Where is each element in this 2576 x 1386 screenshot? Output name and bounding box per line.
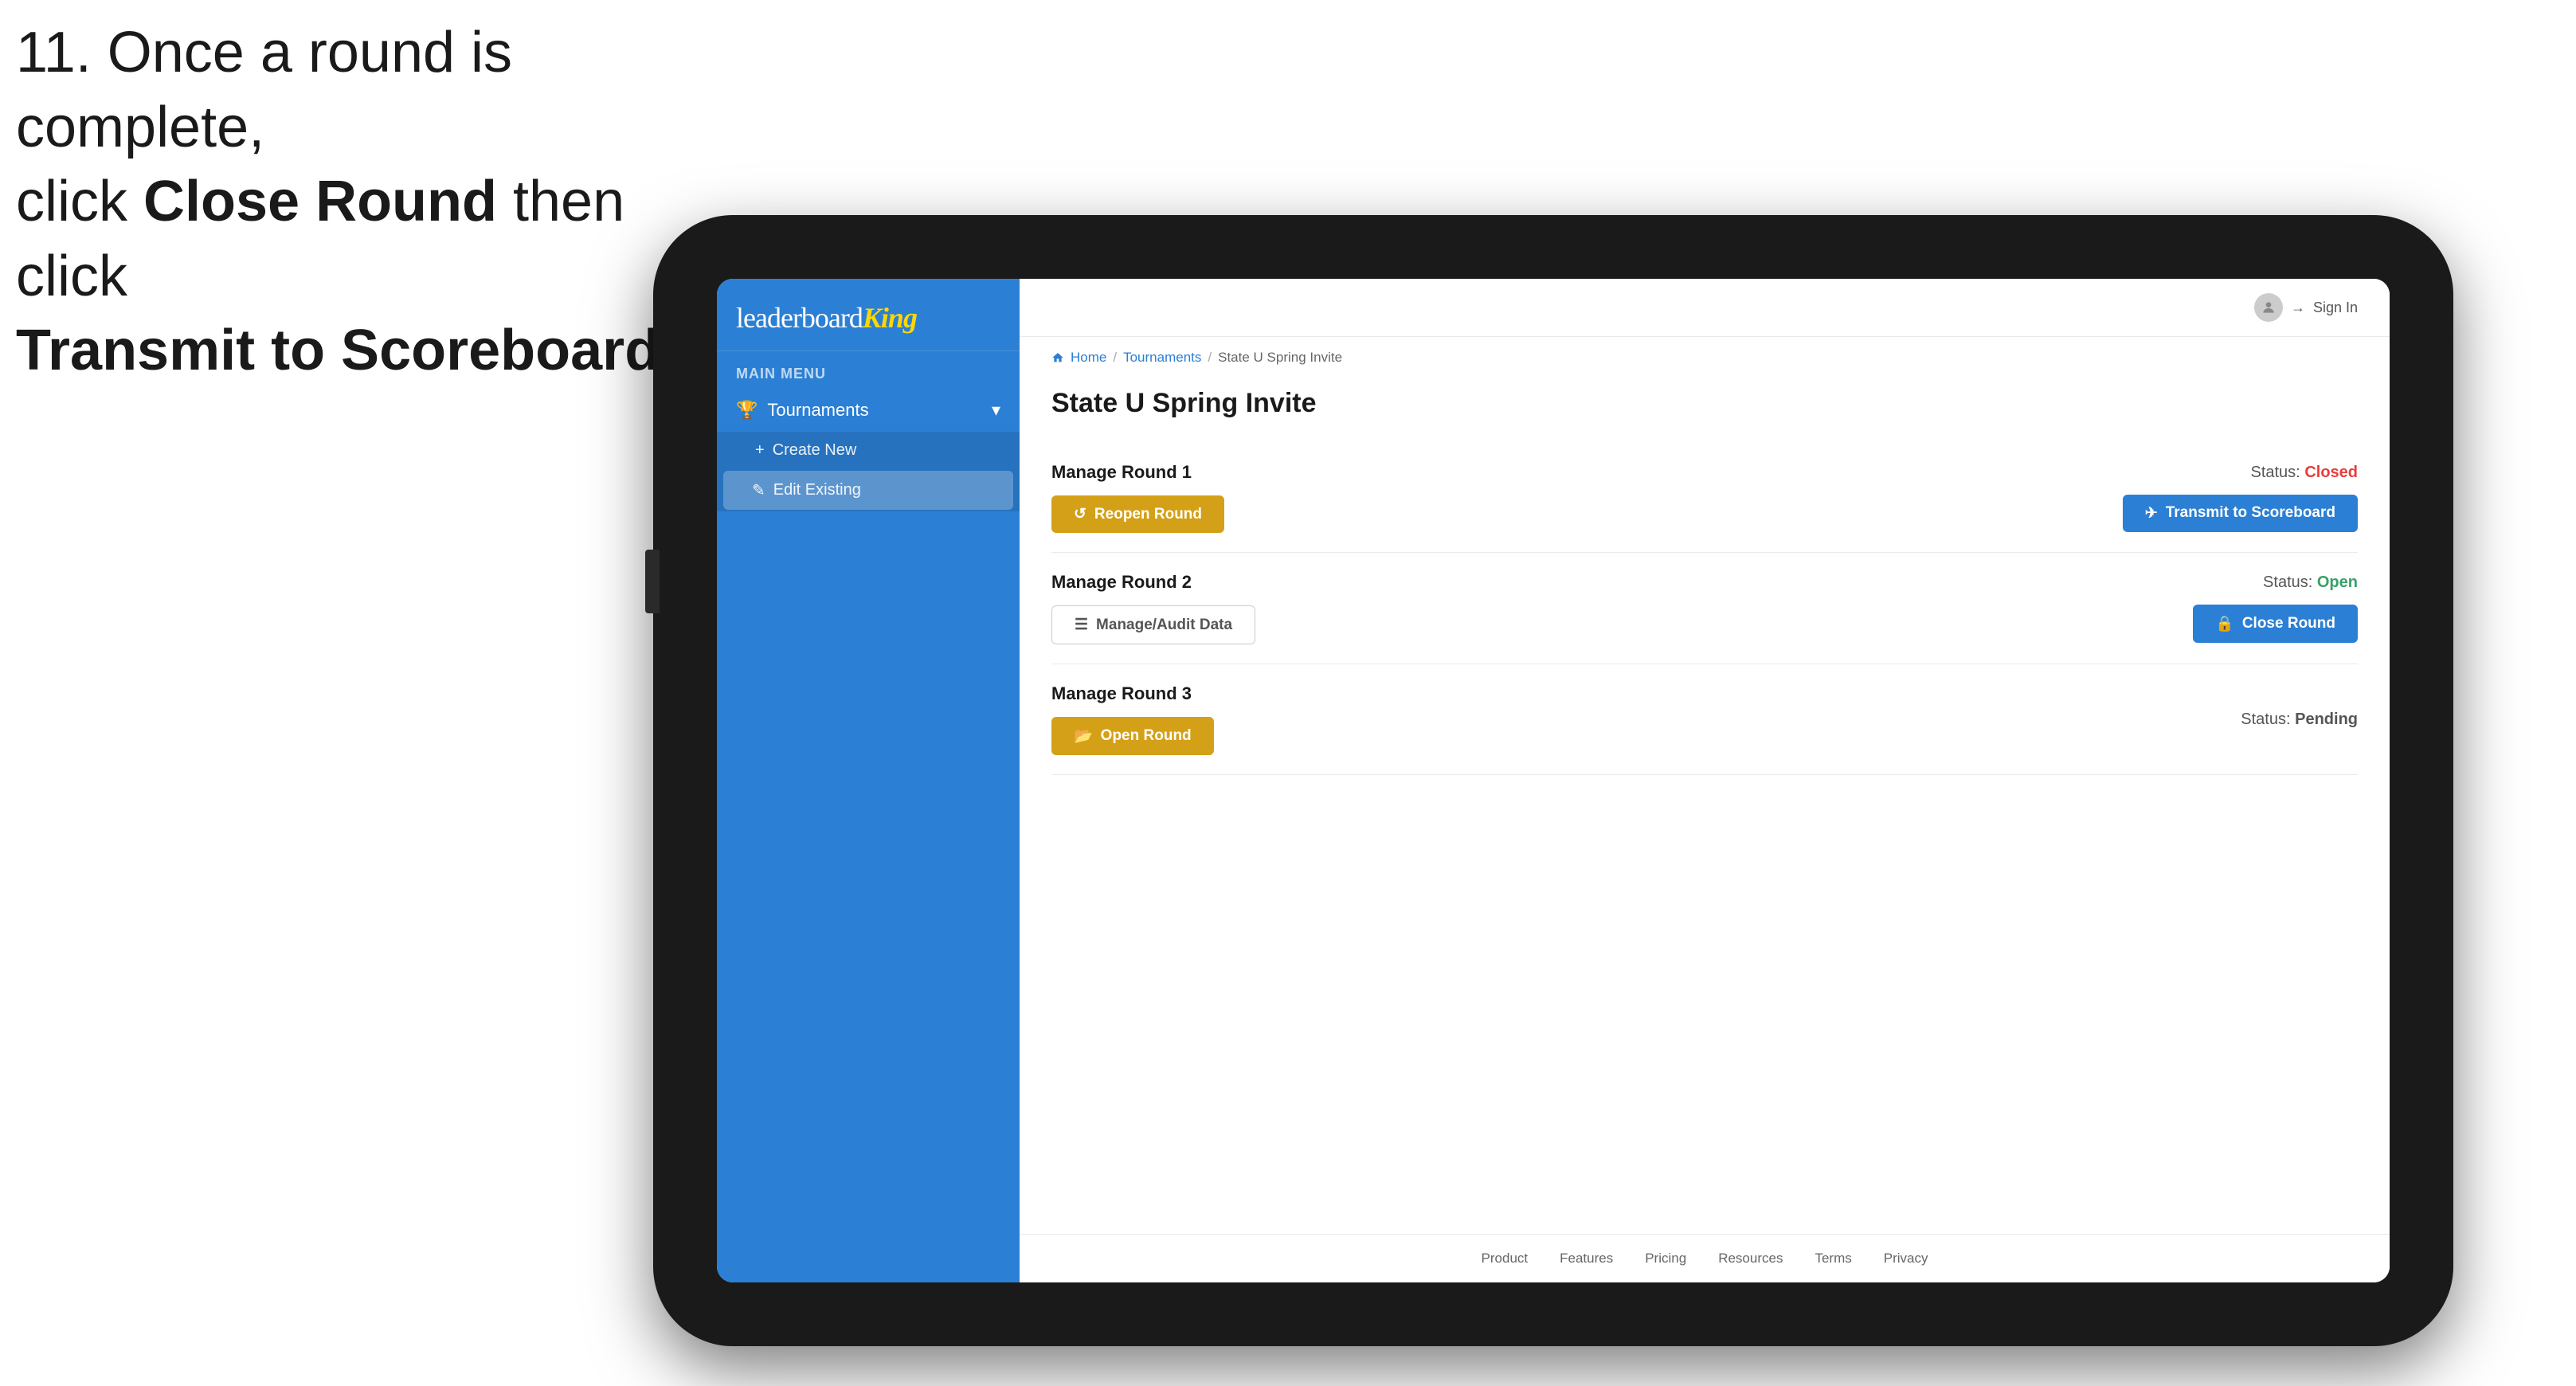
breadcrumb-current: State U Spring Invite <box>1218 350 1342 366</box>
breadcrumb-sep1: / <box>1113 350 1117 366</box>
instruction-text: 11. Once a round is complete, click Clos… <box>16 16 733 389</box>
round-2-title: Manage Round 2 <box>1051 572 1255 593</box>
reopen-round-label: Reopen Round <box>1094 506 1202 523</box>
round-1-title: Manage Round 1 <box>1051 462 1224 483</box>
sign-in-label: Sign In <box>2313 300 2358 316</box>
logo-leaderboard: leaderboard <box>736 302 863 334</box>
logo: leaderboardKing <box>736 301 1000 335</box>
breadcrumb-sep2: / <box>1208 350 1212 366</box>
page-title: State U Spring Invite <box>1051 388 2358 419</box>
round-2-status-label: Status: <box>2263 574 2312 591</box>
breadcrumb-home[interactable]: Home <box>1071 350 1106 366</box>
close-round-label: Close Round <box>2242 615 2335 632</box>
logo-area: leaderboardKing <box>717 279 1020 351</box>
round-3-title: Manage Round 3 <box>1051 683 1214 704</box>
open-round-label: Open Round <box>1101 727 1192 745</box>
tablet-screen: leaderboardKing MAIN MENU 🏆 Tournaments … <box>717 279 2390 1282</box>
breadcrumb: Home / Tournaments / State U Spring Invi… <box>1020 337 2390 372</box>
home-icon <box>1051 351 1064 364</box>
round-1-section: Manage Round 1 ↺ Reopen Round Status: Cl… <box>1051 443 2358 553</box>
footer-link-resources[interactable]: Resources <box>1718 1251 1783 1267</box>
round-1-status-label: Status: <box>2250 464 2300 481</box>
round-3-status: Status: Pending <box>2241 711 2358 729</box>
user-avatar <box>2254 293 2283 322</box>
round-3-section: Manage Round 3 📂 Open Round Status: Pend… <box>1051 664 2358 775</box>
send-icon: ✈ <box>2145 504 2158 523</box>
round-2-left: Manage Round 2 ☰ Manage/Audit Data <box>1051 572 1255 644</box>
instruction-bold2: Transmit to Scoreboard. <box>16 319 675 382</box>
round-1-left: Manage Round 1 ↺ Reopen Round <box>1051 462 1224 533</box>
open-round-button[interactable]: 📂 Open Round <box>1051 717 1214 755</box>
edit-icon: ✎ <box>752 480 765 500</box>
round-3-status-value: Pending <box>2295 711 2358 728</box>
round-2-status: Status: Open <box>2263 574 2358 592</box>
chevron-down-icon: ▾ <box>992 400 1000 421</box>
footer-link-terms[interactable]: Terms <box>1815 1251 1851 1267</box>
sidebar-subitem-create-new[interactable]: + Create New <box>717 432 1020 469</box>
footer-link-features[interactable]: Features <box>1560 1251 1613 1267</box>
page-content: State U Spring Invite Manage Round 1 ↺ R… <box>1020 372 2390 1234</box>
manage-audit-button[interactable]: ☰ Manage/Audit Data <box>1051 605 1255 644</box>
close-round-button[interactable]: 🔒 Close Round <box>2193 605 2358 643</box>
instruction-line2: click <box>16 170 143 233</box>
sidebar-submenu-tournaments: + Create New ✎ Edit Existing <box>717 432 1020 511</box>
sidebar: leaderboardKing MAIN MENU 🏆 Tournaments … <box>717 279 1020 1282</box>
main-content: → Sign In Home / Tournaments / State U S… <box>1020 279 2390 1282</box>
top-header: → Sign In <box>1020 279 2390 337</box>
app-layout: leaderboardKing MAIN MENU 🏆 Tournaments … <box>717 279 2390 1282</box>
main-menu-label: MAIN MENU <box>717 351 1020 389</box>
lock-icon: 🔒 <box>2215 614 2234 633</box>
instruction-line1: 11. Once a round is complete, <box>16 21 512 159</box>
reopen-round-button[interactable]: ↺ Reopen Round <box>1051 495 1224 533</box>
tablet-side-button <box>645 550 660 613</box>
instruction-bold1: Close Round <box>143 170 497 233</box>
footer-link-product[interactable]: Product <box>1482 1251 1529 1267</box>
refresh-icon: ↺ <box>1074 505 1086 523</box>
sign-in-area[interactable]: → Sign In <box>2254 293 2358 322</box>
plus-icon: + <box>755 441 765 460</box>
breadcrumb-tournaments[interactable]: Tournaments <box>1123 350 1201 366</box>
round-3-right: Status: Pending <box>2241 711 2358 729</box>
transmit-scoreboard-label: Transmit to Scoreboard <box>2166 504 2335 522</box>
manage-audit-label: Manage/Audit Data <box>1096 617 1232 634</box>
footer-link-pricing[interactable]: Pricing <box>1645 1251 1686 1267</box>
sign-in-arrow-icon: → <box>2291 300 2305 316</box>
sidebar-item-tournaments[interactable]: 🏆 Tournaments ▾ <box>717 389 1020 432</box>
round-1-status-value: Closed <box>2304 464 2358 481</box>
sidebar-edit-existing-label: Edit Existing <box>773 481 861 499</box>
open-icon: 📂 <box>1074 726 1093 746</box>
logo-king: King <box>863 302 917 334</box>
round-2-right: Status: Open 🔒 Close Round <box>2193 574 2358 643</box>
round-1-right: Status: Closed ✈ Transmit to Scoreboard <box>2123 464 2358 532</box>
sidebar-subitem-edit-existing[interactable]: ✎ Edit Existing <box>723 471 1013 510</box>
sidebar-create-new-label: Create New <box>773 441 857 460</box>
round-3-left: Manage Round 3 📂 Open Round <box>1051 683 1214 755</box>
round-2-status-value: Open <box>2317 574 2358 591</box>
trophy-icon: 🏆 <box>736 400 758 421</box>
sidebar-tournaments-label: Tournaments <box>767 400 868 421</box>
round-2-section: Manage Round 2 ☰ Manage/Audit Data Statu… <box>1051 553 2358 664</box>
footer: Product Features Pricing Resources Terms… <box>1020 1234 2390 1282</box>
round-1-status: Status: Closed <box>2250 464 2358 482</box>
transmit-scoreboard-button[interactable]: ✈ Transmit to Scoreboard <box>2123 495 2358 532</box>
footer-link-privacy[interactable]: Privacy <box>1884 1251 1928 1267</box>
sidebar-item-tournaments-left: 🏆 Tournaments <box>736 400 869 421</box>
round-3-status-label: Status: <box>2241 711 2290 728</box>
tablet-device: leaderboardKing MAIN MENU 🏆 Tournaments … <box>653 215 2453 1346</box>
audit-icon: ☰ <box>1075 616 1088 634</box>
